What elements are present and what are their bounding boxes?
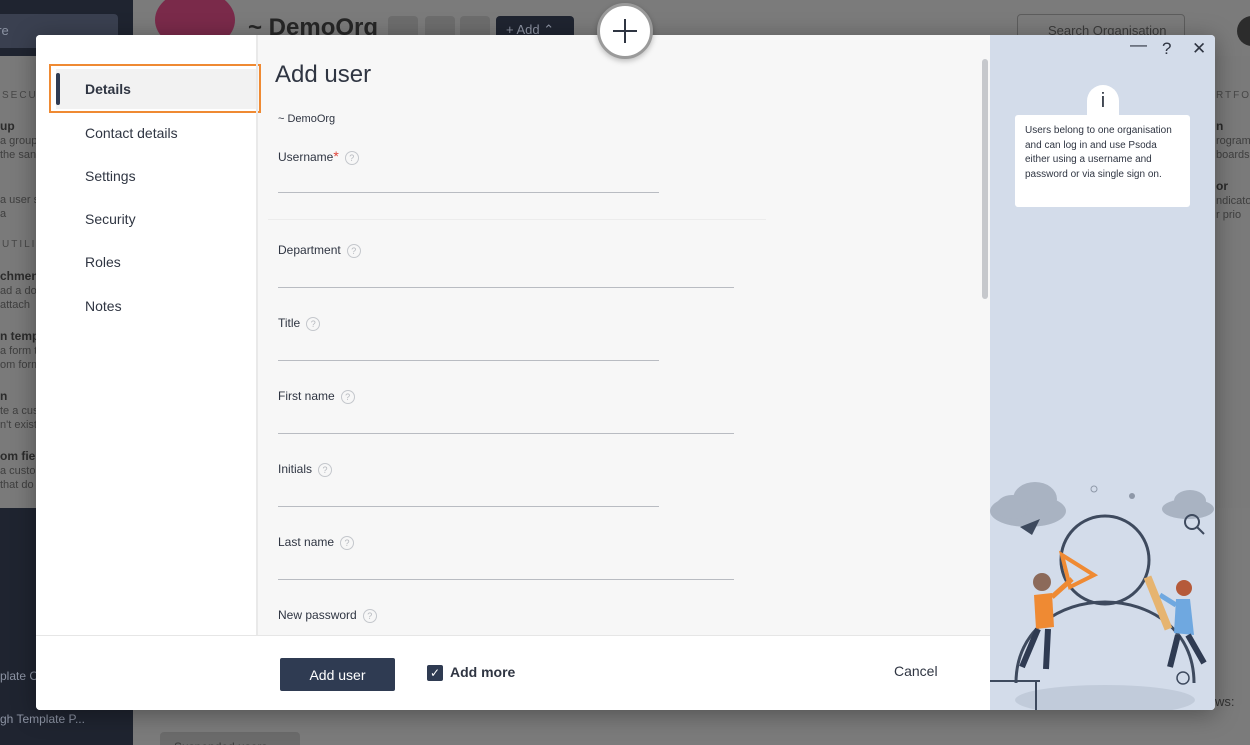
background-item-text: boards xyxy=(1216,149,1250,161)
user-form: Add user ~ DemoOrg Username*? Department… xyxy=(256,35,989,635)
background-item-title: chmen xyxy=(0,269,39,283)
background-item-title: n xyxy=(1216,119,1224,133)
background-item-text: r prio xyxy=(1216,209,1242,221)
help-button[interactable]: ? xyxy=(1162,39,1171,59)
cloud-icon xyxy=(1162,490,1214,519)
background-item-text: attach xyxy=(0,299,30,311)
background-item-text: rogram xyxy=(1216,135,1250,147)
dialog-footer: Add user ✓ Add more Cancel xyxy=(36,635,990,710)
background-ws-label: ws: xyxy=(1215,694,1235,709)
info-panel: — ? ✕ i Users belong to one organisation… xyxy=(990,35,1215,710)
add-user-dialog: Details Contact details Settings Securit… xyxy=(36,35,1215,710)
background-item-text: om form xyxy=(0,359,41,371)
help-icon[interactable]: ? xyxy=(362,609,377,623)
background-item-text: a form t xyxy=(0,345,38,357)
username-field[interactable] xyxy=(278,171,659,193)
background-item-text: a custo xyxy=(0,465,36,477)
help-icon[interactable]: ? xyxy=(318,463,333,477)
team-illustration xyxy=(990,482,1214,710)
background-item-text: a xyxy=(0,208,7,220)
first-name-label: First name? xyxy=(278,389,355,404)
help-icon[interactable]: ? xyxy=(306,317,321,331)
add-user-button[interactable]: Add user xyxy=(280,658,395,691)
background-item-text: te a cus xyxy=(0,405,39,417)
add-more-checkbox[interactable]: ✓ xyxy=(427,665,443,681)
background-item-text: a group xyxy=(0,135,38,147)
add-circle-button[interactable] xyxy=(597,3,653,59)
background-item-title: n temp xyxy=(0,329,40,343)
department-field[interactable] xyxy=(278,266,734,288)
nav-item-roles[interactable]: Roles xyxy=(56,242,256,282)
help-icon[interactable]: ? xyxy=(340,536,355,550)
background-item-text: ad a do xyxy=(0,285,37,297)
form-divider xyxy=(256,35,258,635)
background-item-title: or xyxy=(1216,179,1228,193)
dialog-title: Add user xyxy=(275,61,372,88)
last-name-field[interactable] xyxy=(278,558,734,580)
info-text: Users belong to one organisation and can… xyxy=(1015,115,1190,207)
background-item-text: the san xyxy=(0,149,37,161)
nav-item-security[interactable]: Security xyxy=(56,199,256,239)
first-name-field[interactable] xyxy=(278,412,734,434)
close-icon[interactable]: ✕ xyxy=(1192,39,1206,59)
new-password-label: New password? xyxy=(278,608,377,623)
focus-highlight xyxy=(49,64,261,113)
add-more-label[interactable]: Add more xyxy=(450,664,515,680)
background-section-heading: RTFOLI xyxy=(1216,90,1250,101)
cancel-button[interactable]: Cancel xyxy=(894,663,938,679)
minimize-icon[interactable]: — xyxy=(1130,35,1147,55)
background-suspended-users-button: Suspended users xyxy=(160,732,300,745)
woman-figure xyxy=(1143,575,1207,668)
plus-icon xyxy=(613,19,637,43)
background-item-title: om fie xyxy=(0,449,36,463)
title-label: Title? xyxy=(278,316,321,331)
help-icon[interactable]: ? xyxy=(340,390,355,404)
background-item-text: that do xyxy=(0,479,34,491)
initials-label: Initials? xyxy=(278,462,333,477)
background-item-text: ndicato xyxy=(1216,195,1250,207)
initials-field[interactable] xyxy=(278,485,659,507)
background-item-title: up xyxy=(0,119,15,133)
nav-item-notes[interactable]: Notes xyxy=(56,286,256,326)
help-icon[interactable]: ? xyxy=(346,244,361,258)
info-icon: i xyxy=(1087,85,1119,117)
background-item-text: n't exist xyxy=(0,419,37,431)
section-divider xyxy=(268,219,766,220)
cloud-icon xyxy=(990,482,1066,527)
username-label: Username*? xyxy=(278,148,359,165)
nav-item-contact-details[interactable]: Contact details xyxy=(56,113,256,153)
last-name-label: Last name? xyxy=(278,535,355,550)
required-marker: * xyxy=(333,148,339,164)
title-field[interactable] xyxy=(278,339,659,361)
dialog-nav: Details Contact details Settings Securit… xyxy=(36,35,261,635)
organisation-label: ~ DemoOrg xyxy=(278,113,336,125)
background-item-title: n xyxy=(0,389,8,403)
help-icon[interactable]: ? xyxy=(344,151,359,165)
form-scrollbar[interactable] xyxy=(982,59,988,299)
nav-item-settings[interactable]: Settings xyxy=(56,156,256,196)
department-label: Department? xyxy=(278,243,361,258)
background-item-text: a user s xyxy=(0,194,40,206)
